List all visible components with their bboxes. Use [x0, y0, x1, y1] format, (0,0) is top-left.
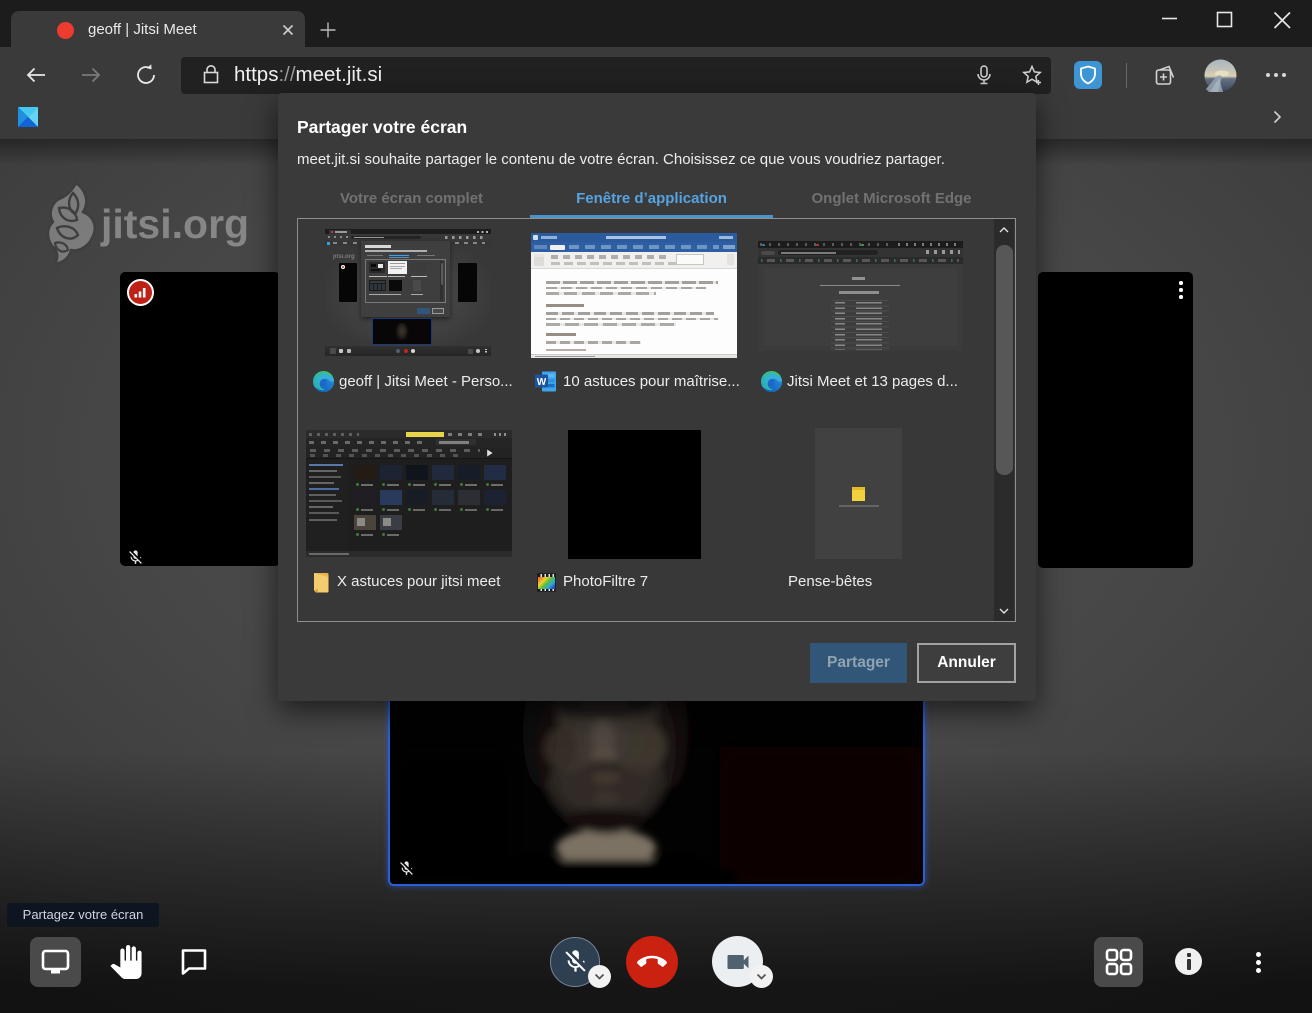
svg-text:W: W [537, 377, 547, 388]
